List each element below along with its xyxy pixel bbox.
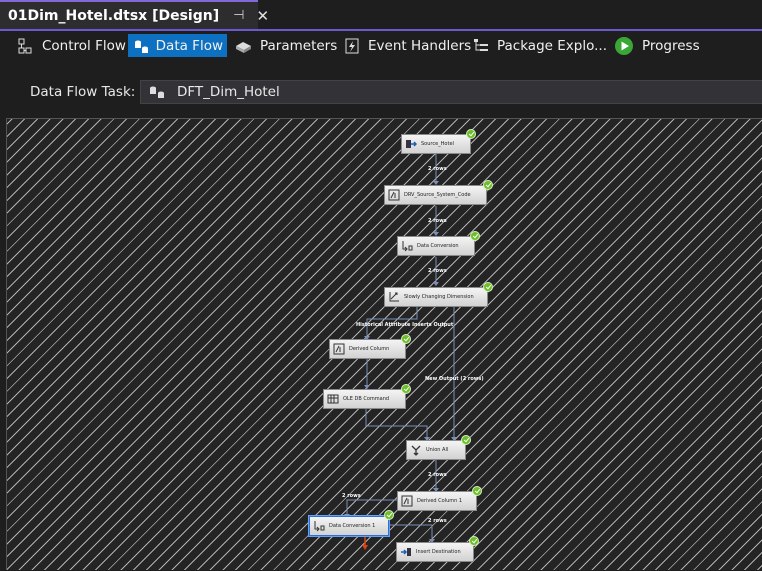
ole-db-destination-icon: [401, 548, 411, 556]
success-check-icon: [401, 334, 411, 344]
data-flow-task-value: DFT_Dim_Hotel: [177, 84, 280, 100]
tab-label: Event Handlers: [368, 37, 472, 54]
tab-control-flow[interactable]: Control Flow: [12, 34, 130, 57]
component-union-all[interactable]: Union All: [406, 440, 466, 460]
success-check-icon: [470, 231, 480, 241]
tab-data-flow[interactable]: Data Flow: [128, 34, 227, 57]
success-check-icon: [401, 384, 411, 394]
document-tab[interactable]: 01Dim_Hotel.dtsx [Design] ⊣ ✕: [0, 0, 269, 29]
pin-icon[interactable]: ⊣: [233, 8, 244, 23]
row-count-label: 2 rows: [428, 472, 447, 478]
component-slowly-changing-dimension[interactable]: Slowly Changing Dimension: [384, 287, 488, 307]
success-check-icon: [461, 435, 471, 445]
document-tab-bar: 01Dim_Hotel.dtsx [Design] ⊣ ✕: [0, 0, 762, 31]
success-check-icon: [483, 282, 493, 292]
derived-column-icon: [401, 495, 413, 507]
progress-play-icon: [615, 36, 633, 55]
success-check-icon: [469, 536, 479, 546]
component-label: DRV_Source_System_Code: [404, 192, 471, 198]
data-flow-task-label: Data Flow Task:: [30, 84, 136, 100]
data-conversion-icon: [314, 521, 325, 532]
tab-label: Control Flow: [42, 37, 126, 54]
path-conversion1-to-destination[interactable]: [388, 524, 433, 541]
row-count-label: 2 rows: [428, 218, 447, 224]
component-data-conversion-1[interactable]: Data Conversion 1: [309, 516, 389, 536]
new-output-label: New Output (2 rows): [425, 376, 484, 382]
control-flow-icon: [18, 38, 32, 53]
component-ole-db-command[interactable]: OLE DB Command: [323, 389, 406, 409]
component-source-hotel[interactable]: Source_Hotel: [401, 134, 471, 154]
tab-label: Progress: [642, 37, 700, 54]
component-derived-column[interactable]: Derived Column: [329, 339, 406, 359]
task-selector-bar: Data Flow Task: DFT_Dim_Hotel: [0, 61, 762, 118]
historical-output-label: Historical Attribute Inserts Output: [356, 322, 454, 328]
component-label: Derived Column 1: [417, 498, 463, 504]
tab-label: Package Explo...: [497, 37, 607, 54]
event-handlers-icon: [345, 38, 359, 53]
component-label: Data Conversion: [417, 243, 459, 249]
component-label: Data Conversion 1: [329, 523, 376, 529]
success-check-icon: [483, 180, 493, 190]
data-flow-icon: [135, 40, 148, 53]
data-flow-design-surface[interactable]: 2 rows 2 rows 2 rows Historical Attribut…: [6, 118, 762, 570]
ole-db-source-icon: [406, 140, 417, 148]
tab-event-handlers[interactable]: Event Handlers: [338, 34, 475, 57]
derived-column-icon: [333, 343, 345, 355]
row-count-label: 2 rows: [428, 268, 447, 274]
tab-package-explorer[interactable]: Package Explo...: [467, 34, 611, 57]
component-data-conversion[interactable]: Data Conversion: [397, 236, 475, 256]
tab-parameters[interactable]: Parameters: [230, 34, 341, 57]
error-output-arrow[interactable]: [361, 537, 369, 551]
data-flow-task-dropdown[interactable]: DFT_Dim_Hotel: [140, 80, 762, 104]
success-check-icon: [466, 129, 476, 139]
success-check-icon: [472, 486, 482, 496]
parameters-icon: [236, 41, 251, 53]
union-all-icon: [411, 445, 421, 456]
tab-progress[interactable]: Progress: [610, 34, 704, 57]
data-conversion-icon: [402, 241, 413, 252]
document-tab-title: 01Dim_Hotel.dtsx [Design]: [8, 7, 220, 24]
path-command-to-union[interactable]: [365, 409, 428, 439]
ole-db-command-icon: [327, 394, 339, 404]
component-label: Slowly Changing Dimension: [404, 294, 474, 300]
component-label: Source_Hotel: [421, 141, 454, 147]
tab-label: Parameters: [260, 37, 338, 54]
tab-label: Data Flow: [155, 37, 223, 54]
component-label: Insert Destination: [416, 549, 461, 555]
data-flow-task-icon: [150, 86, 164, 98]
component-derived-column-1[interactable]: Derived Column 1: [397, 491, 477, 511]
row-count-label: 2 rows: [342, 493, 361, 499]
component-label: Union All: [426, 447, 449, 453]
derived-column-icon: [388, 189, 400, 201]
component-label: Derived Column: [349, 346, 390, 352]
success-check-icon: [384, 510, 394, 520]
row-count-label: 2 rows: [428, 166, 447, 172]
designer-toolbar: Control Flow Data Flow Parameters Event …: [0, 31, 762, 61]
row-count-label: 2 rows: [428, 518, 447, 524]
close-icon[interactable]: ✕: [256, 7, 269, 25]
package-explorer-icon: [474, 38, 488, 51]
component-insert-destination[interactable]: Insert Destination: [396, 542, 474, 562]
component-label: OLE DB Command: [343, 396, 390, 402]
scd-icon: [389, 292, 399, 302]
component-drv-source-system-code[interactable]: DRV_Source_System_Code: [384, 185, 487, 205]
